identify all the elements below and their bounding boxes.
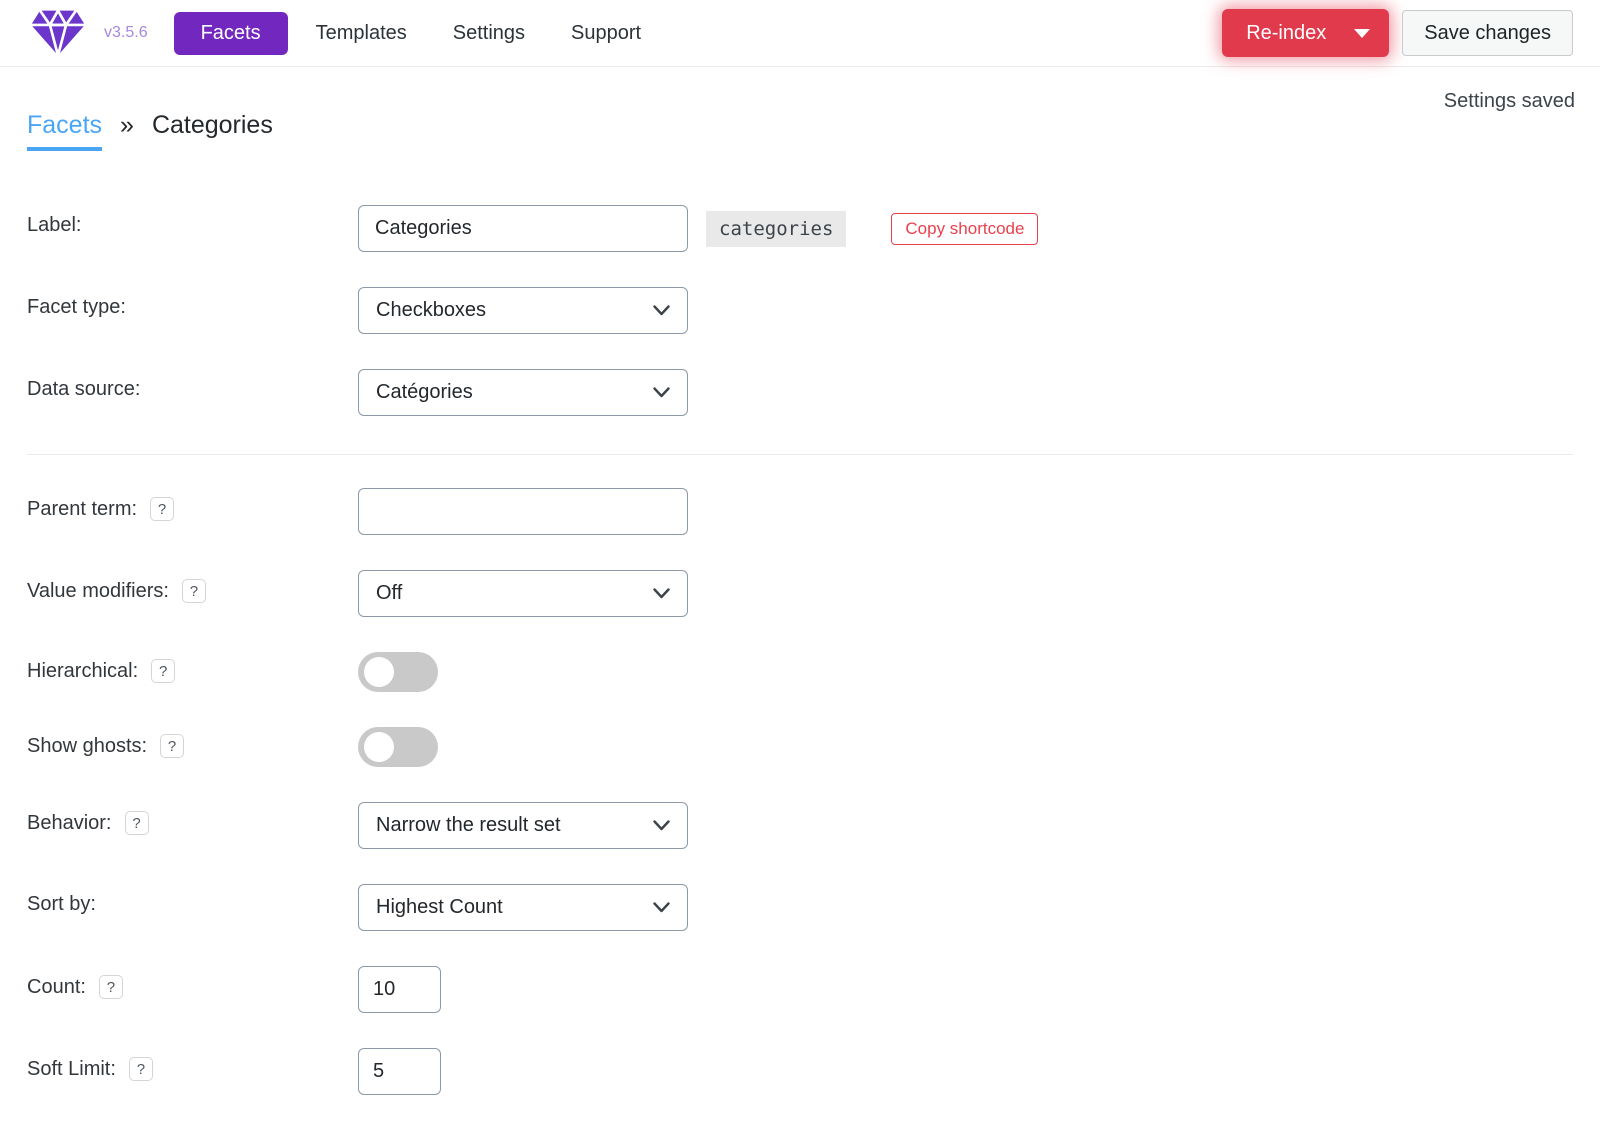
value-modifiers-selected-value: Off bbox=[376, 582, 402, 605]
value-modifiers-help-icon[interactable]: ? bbox=[182, 579, 206, 603]
behavior-label: Behavior: ? bbox=[27, 802, 358, 835]
data-source-select[interactable]: Catégories bbox=[358, 369, 688, 416]
chevron-down-icon bbox=[1354, 29, 1370, 38]
value-modifiers-label: Value modifiers: ? bbox=[27, 570, 358, 603]
page-title: Categories bbox=[152, 111, 273, 140]
show-ghosts-label: Show ghosts: ? bbox=[27, 727, 358, 758]
version-label: v3.5.6 bbox=[104, 24, 148, 42]
data-source-label: Data source: bbox=[27, 369, 358, 401]
main-nav: Facets Templates Settings Support bbox=[174, 12, 688, 55]
settings-saved-notice: Settings saved bbox=[1444, 90, 1575, 113]
sort-by-label: Sort by: bbox=[27, 884, 358, 916]
toggle-knob bbox=[364, 732, 394, 762]
soft-limit-help-icon[interactable]: ? bbox=[129, 1057, 153, 1081]
count-input[interactable] bbox=[358, 966, 441, 1013]
header-actions: Re-index Save changes bbox=[1222, 9, 1573, 57]
show-ghosts-help-icon[interactable]: ? bbox=[160, 734, 184, 758]
nav-tab-templates[interactable]: Templates bbox=[316, 12, 407, 55]
facet-type-selected-value: Checkboxes bbox=[376, 299, 486, 322]
breadcrumb-facets-link[interactable]: Facets bbox=[27, 111, 102, 151]
show-ghosts-row: Show ghosts: ? bbox=[27, 727, 1573, 767]
parent-term-label: Parent term: ? bbox=[27, 488, 358, 521]
chevron-down-icon bbox=[653, 387, 670, 398]
reindex-button-label: Re-index bbox=[1246, 22, 1326, 45]
chevron-down-icon bbox=[653, 305, 670, 316]
sort-by-selected-value: Highest Count bbox=[376, 896, 503, 919]
sort-by-select[interactable]: Highest Count bbox=[358, 884, 688, 931]
hierarchical-toggle[interactable] bbox=[358, 652, 438, 692]
count-label: Count: ? bbox=[27, 966, 358, 999]
data-source-row: Data source: Catégories bbox=[27, 369, 1573, 416]
show-ghosts-toggle[interactable] bbox=[358, 727, 438, 767]
facet-label-input[interactable] bbox=[358, 205, 688, 252]
save-changes-button[interactable]: Save changes bbox=[1402, 10, 1573, 56]
behavior-help-icon[interactable]: ? bbox=[125, 811, 149, 835]
behavior-row: Behavior: ? Narrow the result set bbox=[27, 802, 1573, 849]
copy-shortcode-button[interactable]: Copy shortcode bbox=[891, 213, 1038, 245]
label-row: Label: categories Copy shortcode bbox=[27, 205, 1573, 252]
parent-term-row: Parent term: ? bbox=[27, 488, 1573, 535]
facet-type-row: Facet type: Checkboxes bbox=[27, 287, 1573, 334]
nav-tab-settings[interactable]: Settings bbox=[453, 12, 525, 55]
facet-editor-page: Settings saved Facets » Categories Label… bbox=[0, 67, 1600, 1095]
soft-limit-row: Soft Limit: ? bbox=[27, 1048, 1573, 1095]
chevron-down-icon bbox=[653, 820, 670, 831]
nav-tab-facets[interactable]: Facets bbox=[174, 12, 288, 55]
facet-settings-form: Label: categories Copy shortcode Facet t… bbox=[27, 205, 1573, 1095]
hierarchical-help-icon[interactable]: ? bbox=[151, 659, 175, 683]
toggle-knob bbox=[364, 657, 394, 687]
count-row: Count: ? bbox=[27, 966, 1573, 1013]
top-nav: v3.5.6 Facets Templates Settings Support… bbox=[0, 0, 1600, 67]
label-field-label: Label: bbox=[27, 205, 358, 237]
count-help-icon[interactable]: ? bbox=[99, 975, 123, 999]
behavior-selected-value: Narrow the result set bbox=[376, 814, 561, 837]
hierarchical-row: Hierarchical: ? bbox=[27, 652, 1573, 692]
soft-limit-label: Soft Limit: ? bbox=[27, 1048, 358, 1081]
facetwp-diamond-logo bbox=[27, 7, 89, 59]
facet-type-select[interactable]: Checkboxes bbox=[358, 287, 688, 334]
sort-by-row: Sort by: Highest Count bbox=[27, 884, 1573, 931]
chevron-down-icon bbox=[653, 588, 670, 599]
breadcrumb-separator: » bbox=[120, 111, 134, 140]
soft-limit-input[interactable] bbox=[358, 1048, 441, 1095]
shortcode-slug: categories bbox=[706, 211, 846, 247]
value-modifiers-select[interactable]: Off bbox=[358, 570, 688, 617]
breadcrumb: Facets » Categories bbox=[27, 111, 1573, 151]
hierarchical-label: Hierarchical: ? bbox=[27, 652, 358, 683]
section-divider bbox=[27, 454, 1573, 455]
nav-tab-support[interactable]: Support bbox=[571, 12, 641, 55]
value-modifiers-row: Value modifiers: ? Off bbox=[27, 570, 1573, 617]
behavior-select[interactable]: Narrow the result set bbox=[358, 802, 688, 849]
parent-term-input[interactable] bbox=[358, 488, 688, 535]
facet-type-label: Facet type: bbox=[27, 287, 358, 319]
chevron-down-icon bbox=[653, 902, 670, 913]
data-source-selected-value: Catégories bbox=[376, 381, 473, 404]
parent-term-help-icon[interactable]: ? bbox=[150, 497, 174, 521]
reindex-button[interactable]: Re-index bbox=[1222, 9, 1389, 57]
